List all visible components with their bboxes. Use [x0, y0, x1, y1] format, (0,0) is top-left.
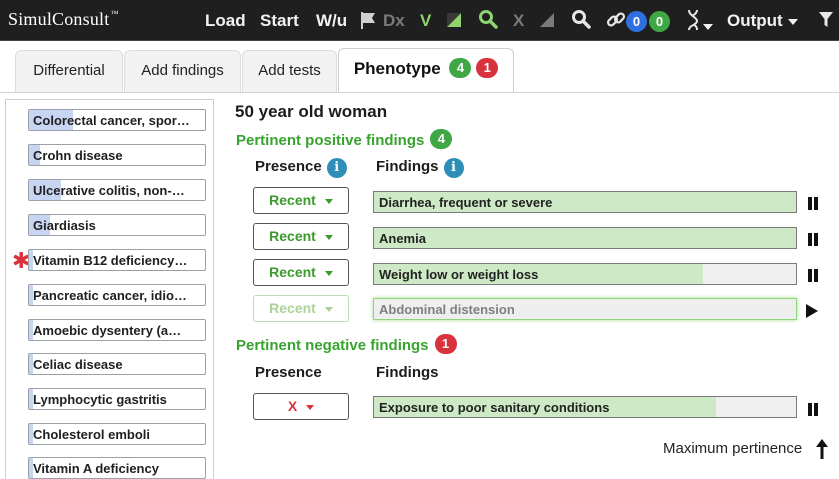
- search-green-icon[interactable]: [478, 9, 498, 34]
- chevron-down-icon: [306, 404, 315, 410]
- start-button[interactable]: Start: [260, 0, 299, 41]
- arrow-up-icon[interactable]: [815, 438, 829, 460]
- chevron-down-icon: [324, 306, 333, 312]
- play-icon[interactable]: [806, 304, 818, 318]
- diagnosis-item[interactable]: Giardiasis: [28, 214, 206, 236]
- diagnosis-item[interactable]: Celiac disease: [28, 353, 206, 375]
- link-count-blue-badge: 0: [626, 11, 647, 32]
- triangle-flag-green-icon[interactable]: [446, 12, 462, 33]
- presence-info-icon[interactable]: i: [326, 158, 347, 178]
- diagnosis-item[interactable]: Cholesterol emboli: [28, 423, 206, 445]
- diagnosis-item[interactable]: Amoebic dysentery (a…: [28, 319, 206, 341]
- filter-icon[interactable]: [818, 11, 834, 34]
- diagnosis-item[interactable]: Lymphocytic gastritis: [28, 388, 206, 410]
- tab-strip: Differential Add findings Add tests Phen…: [0, 41, 839, 93]
- diagnosis-item[interactable]: Vitamin A deficiency: [28, 457, 206, 479]
- findings-info-icon[interactable]: i: [443, 158, 464, 178]
- tab-phenotype-label: Phenotype: [353, 59, 441, 78]
- chevron-down-icon: [324, 198, 333, 204]
- chevron-down-icon: [787, 18, 798, 25]
- negative-findings-count-badge: 1: [434, 334, 457, 354]
- dna-dropdown-caret-icon[interactable]: [703, 18, 713, 36]
- presence-select[interactable]: Recent: [253, 187, 349, 214]
- findings-column-header-negative: Findings: [376, 364, 439, 381]
- diagnosis-item[interactable]: Ulcerative colitis, non-…: [28, 179, 206, 201]
- top-toolbar: SimulConsult™ Load Start W/u Dx V X 0 0 …: [0, 0, 839, 41]
- max-pertinence-label: Maximum pertinence: [663, 440, 803, 457]
- dna-icon[interactable]: [686, 9, 700, 36]
- pertinent-positive-heading: Pertinent positive findings 4: [236, 129, 453, 149]
- finding-bar[interactable]: Abdominal distension: [373, 298, 797, 320]
- diagnosis-item[interactable]: Vitamin B12 deficiency…: [28, 249, 206, 271]
- triangle-flag-gray-icon[interactable]: [539, 12, 555, 33]
- flag-icon[interactable]: [360, 11, 376, 35]
- chevron-down-icon: [324, 270, 333, 276]
- finding-bar[interactable]: Weight low or weight loss: [373, 263, 797, 285]
- positive-count-badge: 4: [449, 58, 472, 78]
- tab-add-findings[interactable]: Add findings: [124, 50, 241, 92]
- presence-column-header: Presence i: [255, 158, 347, 178]
- negative-count-badge: 1: [476, 58, 499, 78]
- verify-button[interactable]: V: [420, 0, 431, 41]
- tab-differential[interactable]: Differential: [15, 50, 123, 92]
- pertinent-negative-heading: Pertinent negative findings 1: [236, 334, 457, 354]
- presence-select[interactable]: X: [253, 393, 349, 420]
- tab-add-tests[interactable]: Add tests: [242, 50, 337, 92]
- writeup-button[interactable]: W/u: [316, 0, 347, 41]
- differential-list: Colorectal cancer, spor… Crohn disease U…: [5, 99, 214, 479]
- link-count-green-badge: 0: [649, 11, 670, 32]
- tab-phenotype[interactable]: Phenotype 4 1: [338, 48, 514, 92]
- presence-select[interactable]: Recent: [253, 259, 349, 286]
- presence-select[interactable]: Recent: [253, 295, 349, 322]
- diagnosis-item[interactable]: Pancreatic cancer, idio…: [28, 284, 206, 306]
- positive-findings-count-badge: 4: [430, 129, 453, 149]
- diagnosis-item[interactable]: Colorectal cancer, spor…: [28, 109, 206, 131]
- diagnosis-item[interactable]: Crohn disease: [28, 144, 206, 166]
- pause-icon[interactable]: [806, 403, 820, 417]
- pause-icon[interactable]: [806, 197, 820, 211]
- output-menu-button[interactable]: Output: [727, 0, 798, 41]
- finding-bar[interactable]: Diarrhea, frequent or severe: [373, 191, 797, 213]
- dx-button[interactable]: Dx: [383, 0, 405, 41]
- pause-icon[interactable]: [806, 233, 820, 247]
- findings-column-header: Findings i: [376, 158, 464, 178]
- load-button[interactable]: Load: [205, 0, 246, 41]
- x-button[interactable]: X: [513, 0, 524, 41]
- chevron-down-icon: [324, 234, 333, 240]
- pause-icon[interactable]: [806, 269, 820, 283]
- link-icon[interactable]: [606, 10, 626, 35]
- presence-select[interactable]: Recent: [253, 223, 349, 250]
- search-icon[interactable]: [571, 9, 591, 34]
- simulconsult-logo[interactable]: SimulConsult™: [8, 9, 118, 30]
- patient-title: 50 year old woman: [235, 102, 388, 121]
- finding-bar[interactable]: Anemia: [373, 227, 797, 249]
- presence-column-header-negative: Presence: [255, 364, 322, 381]
- finding-bar[interactable]: Exposure to poor sanitary conditions: [373, 396, 797, 418]
